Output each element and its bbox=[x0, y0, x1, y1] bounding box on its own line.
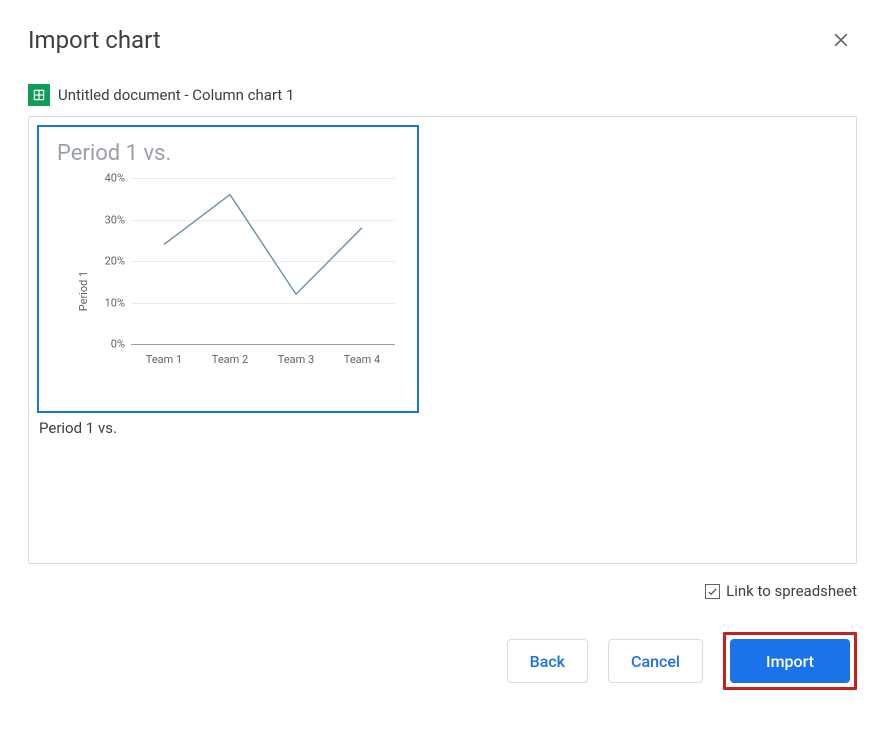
source-row: Untitled document - Column chart 1 bbox=[28, 84, 857, 106]
chart-picker-panel: Period 1 vs. Period 1 40% 30% 20% 10% 0% bbox=[28, 116, 857, 564]
cancel-button[interactable]: Cancel bbox=[608, 639, 703, 683]
import-button-highlight: Import bbox=[723, 632, 857, 690]
baseline bbox=[131, 344, 395, 345]
chart-thumbnail[interactable]: Period 1 vs. Period 1 40% 30% 20% 10% 0% bbox=[37, 125, 419, 413]
import-button[interactable]: Import bbox=[730, 639, 850, 683]
ytick-label: 10% bbox=[91, 296, 125, 309]
check-icon bbox=[707, 586, 718, 597]
dialog-footer: Back Cancel Import bbox=[28, 632, 857, 690]
close-button[interactable] bbox=[825, 24, 857, 56]
close-icon bbox=[831, 30, 851, 50]
import-chart-dialog: Import chart Untitled document - Column … bbox=[0, 0, 885, 714]
xtick-label: Team 2 bbox=[212, 353, 248, 366]
chart-thumbnail-caption: Period 1 vs. bbox=[39, 419, 848, 437]
source-document-label: Untitled document - Column chart 1 bbox=[58, 86, 294, 104]
ytick-label: 0% bbox=[91, 338, 125, 351]
xticks-row: Team 1 Team 2 Team 3 Team 4 bbox=[131, 353, 395, 366]
chart-area: Period 1 40% 30% 20% 10% 0% bbox=[85, 172, 401, 370]
ytick-label: 20% bbox=[91, 255, 125, 268]
ytick-label: 30% bbox=[91, 213, 125, 226]
xtick-label: Team 4 bbox=[344, 353, 380, 366]
dialog-header: Import chart bbox=[28, 24, 857, 56]
chart-line bbox=[131, 178, 395, 344]
dialog-title: Import chart bbox=[28, 26, 161, 54]
xtick-label: Team 1 bbox=[146, 353, 182, 366]
chart-thumb-title: Period 1 vs. bbox=[57, 141, 401, 166]
xtick-label: Team 3 bbox=[278, 353, 314, 366]
link-to-spreadsheet-label: Link to spreadsheet bbox=[726, 582, 857, 600]
link-to-spreadsheet-checkbox[interactable] bbox=[705, 584, 720, 599]
chart-yaxis-label: Period 1 bbox=[77, 271, 90, 312]
sheets-icon bbox=[28, 84, 50, 106]
ytick-label: 40% bbox=[91, 172, 125, 185]
options-row: Link to spreadsheet bbox=[28, 582, 857, 600]
chart-plot: 40% 30% 20% 10% 0% bbox=[131, 178, 395, 344]
back-button[interactable]: Back bbox=[507, 639, 588, 683]
